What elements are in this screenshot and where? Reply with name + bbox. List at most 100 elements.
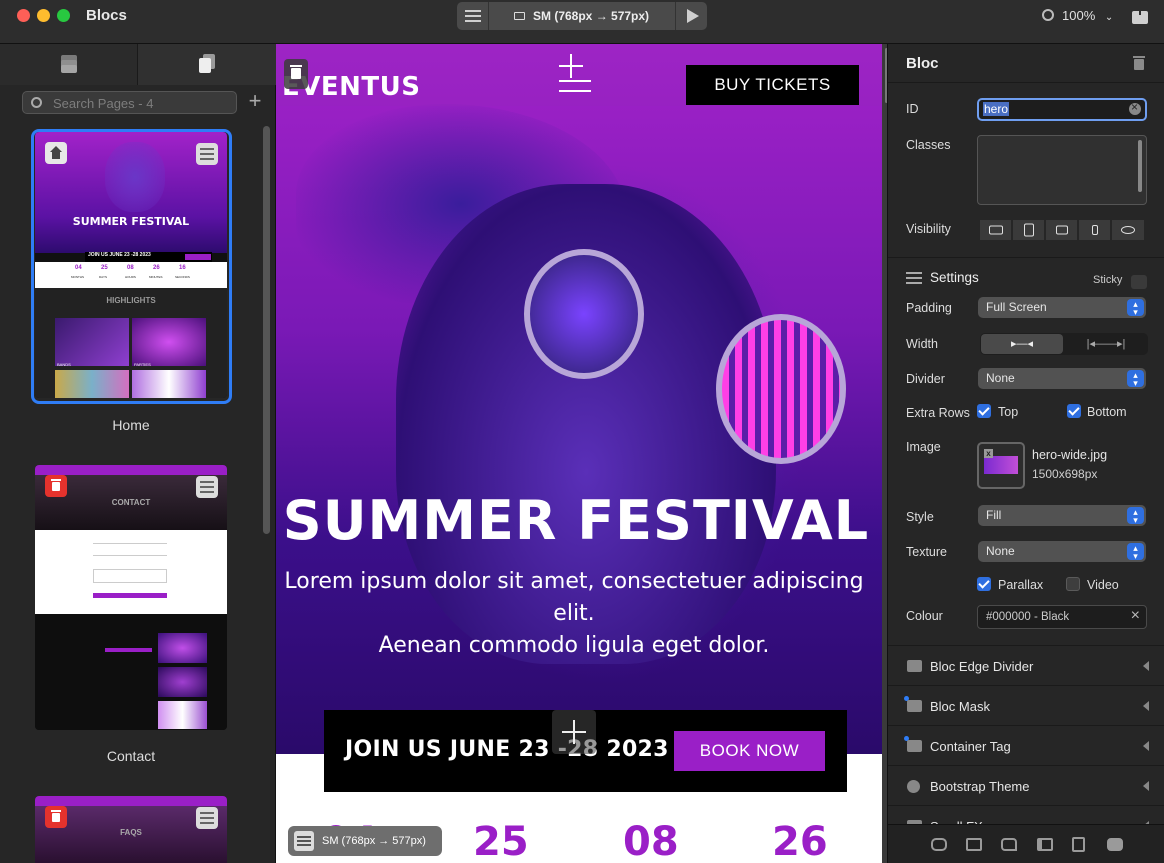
image-well[interactable]: x (977, 442, 1025, 489)
colour-field[interactable]: #000000 - Black × (977, 605, 1147, 629)
id-field[interactable]: hero (977, 98, 1147, 121)
mask-icon (907, 700, 922, 712)
hero-bloc[interactable]: EVENTUS BUY TICKETS SUMMER FESTIVAL Lore… (276, 44, 882, 754)
section-bloc-edge-divider[interactable]: Bloc Edge Divider (888, 645, 1164, 685)
buy-tickets-button[interactable]: BUY TICKETS (686, 65, 859, 105)
classes-label: Classes (906, 138, 951, 152)
share-icon[interactable] (1132, 6, 1148, 24)
section-bootstrap-theme[interactable]: Bootstrap Theme (888, 765, 1164, 805)
magnifier-icon (1042, 9, 1054, 21)
width-contained-option[interactable]: ▸—◂ (981, 334, 1063, 354)
thumb-count-label-4: SECONDS (175, 275, 190, 279)
colour-value: #000000 - Black (986, 611, 1070, 623)
parallax-checkbox[interactable] (977, 577, 991, 591)
counter-days[interactable]: 25 (473, 819, 529, 863)
page-label-contact[interactable]: Contact (35, 748, 227, 764)
design-canvas[interactable]: EVENTUS BUY TICKETS SUMMER FESTIVAL Lore… (276, 44, 882, 863)
menu-icon[interactable] (457, 2, 489, 30)
remove-image-icon[interactable]: x (984, 449, 993, 458)
id-label: ID (906, 102, 919, 116)
thumb-card-bands: BANDS (57, 362, 71, 367)
pages-icon (199, 54, 215, 74)
laptop-icon[interactable] (980, 220, 1012, 240)
tab-pages[interactable] (138, 44, 276, 85)
page-thumb-contact[interactable]: CONTACT (35, 465, 227, 730)
visibility-label: Visibility (906, 222, 951, 236)
code-braces-icon[interactable] (931, 838, 947, 851)
hero-subtitle-line-1: Lorem ipsum dolor sit amet, consectetuer… (284, 569, 864, 626)
sticky-checkbox[interactable] (1131, 275, 1147, 289)
padding-select[interactable]: Full Screen ▴ ▾ (978, 297, 1146, 318)
disclosure-arrow-icon (1143, 701, 1149, 711)
page-thumb-faqs[interactable]: FAQS (35, 796, 227, 863)
close-window-button[interactable] (17, 9, 30, 22)
updown-chevron-icon: ▴ ▾ (1127, 507, 1144, 525)
section-container-tag[interactable]: Container Tag (888, 725, 1164, 765)
page-thumb-home[interactable]: SUMMER FESTIVAL JOIN US JUNE 23 -28 2023… (35, 132, 227, 398)
breakpoint-badge[interactable]: SM (768px → 577px) (288, 826, 442, 856)
page-search (22, 91, 237, 114)
page-settings-icon[interactable] (196, 476, 218, 498)
page-search-input[interactable] (53, 95, 228, 111)
image-label: Image (906, 440, 941, 454)
section-bloc-mask[interactable]: Bloc Mask (888, 685, 1164, 725)
texture-select[interactable]: None ▴ ▾ (978, 541, 1146, 562)
delete-page-icon[interactable] (45, 475, 67, 497)
classes-field[interactable] (977, 135, 1147, 205)
extra-row-bottom-checkbox[interactable] (1067, 404, 1081, 418)
image-filename: hero-wide.jpg (1032, 448, 1108, 462)
colour-label: Colour (906, 609, 943, 623)
extra-row-top-checkbox[interactable] (977, 404, 991, 418)
book-now-button[interactable]: BOOK NOW (674, 731, 825, 771)
eye-icon[interactable] (1112, 220, 1144, 240)
home-icon[interactable] (45, 142, 67, 164)
document-icon[interactable] (1072, 837, 1085, 852)
zoom-window-button[interactable] (57, 9, 70, 22)
brush-icon[interactable] (1001, 838, 1017, 851)
counter-hours[interactable]: 08 (623, 819, 679, 863)
delete-bloc-icon[interactable] (284, 59, 308, 89)
join-text[interactable]: JOIN US JUNE 23 -28 2023 (345, 737, 669, 762)
counter-minutes[interactable]: 26 (772, 819, 828, 863)
clear-icon[interactable] (1129, 100, 1141, 115)
minimize-window-button[interactable] (37, 9, 50, 22)
pages-scrollbar[interactable] (263, 126, 270, 534)
hero-photo-lens-left (524, 249, 644, 379)
breakpoint-label: SM (768px → 577px) (322, 835, 426, 847)
image-icon[interactable] (966, 838, 982, 851)
hamburger-menu-icon[interactable] (559, 70, 591, 92)
style-select[interactable]: Fill ▴ ▾ (978, 505, 1146, 526)
disclosure-arrow-icon (1143, 741, 1149, 751)
page-settings-icon[interactable] (196, 143, 218, 165)
preview-play-button[interactable] (675, 2, 707, 30)
video-label: Video (1087, 578, 1119, 592)
device-size-label[interactable]: SM (768px → 577px) (533, 9, 649, 23)
page-label-home[interactable]: Home (35, 417, 227, 433)
app-window: Blocs SM (768px → 577px) 100% ⌄ Search P… (0, 0, 1164, 863)
divider-value: None (986, 371, 1015, 385)
pages-sidebar: + SUMMER FESTIVAL JOIN US JUNE 23 -28 20… (0, 44, 276, 863)
add-bloc-icon[interactable] (552, 710, 596, 754)
list-icon[interactable] (1037, 838, 1053, 851)
tablet-landscape-icon[interactable] (1046, 220, 1078, 240)
clear-colour-icon[interactable]: × (1131, 605, 1140, 627)
thumb-count-label-1: DAYS (99, 275, 107, 279)
zoom-control[interactable]: 100% ⌄ (1042, 8, 1113, 23)
hero-subtitle[interactable]: Lorem ipsum dolor sit amet, consectetuer… (276, 566, 872, 662)
divider-select[interactable]: None ▴ ▾ (978, 368, 1146, 389)
hero-photo-lens-right (716, 314, 846, 464)
add-page-button[interactable]: + (246, 90, 264, 112)
phone-icon[interactable] (1079, 220, 1111, 240)
page-settings-icon[interactable] (196, 807, 218, 829)
delete-page-icon[interactable] (45, 806, 67, 828)
style-value: Fill (986, 508, 1002, 522)
width-full-option[interactable]: |◂——▸| (1066, 334, 1146, 354)
trash-icon[interactable] (1133, 56, 1145, 70)
tab-layers[interactable] (0, 44, 138, 85)
visibility-toggles (980, 220, 1146, 240)
edge-divider-icon (907, 660, 922, 672)
video-checkbox[interactable] (1066, 577, 1080, 591)
tablet-icon[interactable] (1013, 220, 1045, 240)
hero-title[interactable]: SUMMER FESTIVAL (276, 489, 876, 552)
video-icon[interactable] (1107, 838, 1123, 851)
